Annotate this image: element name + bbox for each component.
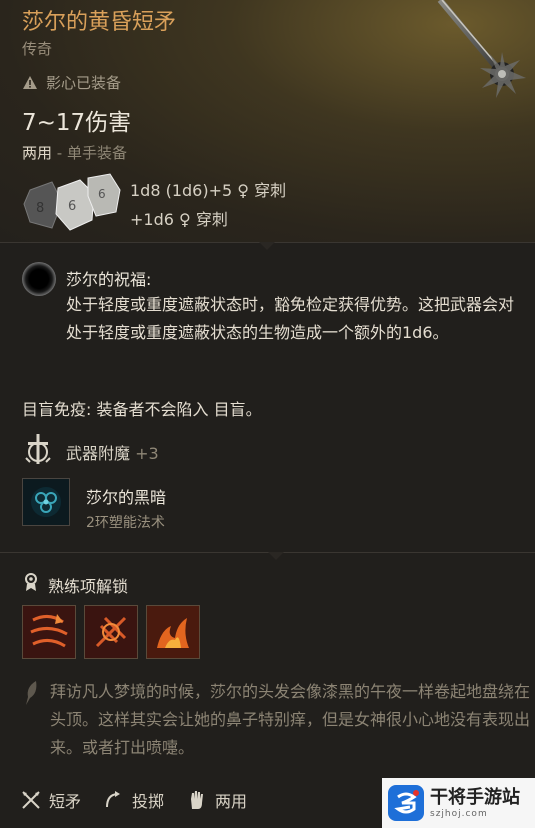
equipped-label: 影心已装备 [46, 74, 122, 92]
piercing-icon [85, 606, 137, 658]
damage-line-1: 1d8 (1d6)+5 ♀ 穿刺 [130, 181, 287, 200]
blessing-title: 莎尔的祝福: [66, 270, 152, 289]
weapon-type: 短矛 [20, 788, 81, 812]
watermark: 干将手游站 szjhoj.com [382, 778, 535, 828]
enchant-label: 武器附魔 [66, 444, 131, 463]
dice-icon: 8 6 6 [23, 173, 121, 231]
handedness-detail: - 单手装备 [52, 144, 127, 162]
item-properties: 短矛 投掷 两用 [20, 788, 269, 812]
equipped-status: 影心已装备 [22, 72, 121, 93]
enchant-value: +3 [135, 444, 159, 463]
die-3-value: 6 [98, 187, 106, 201]
proficiency-action-3[interactable] [146, 605, 200, 659]
spell-name: 莎尔的黑暗 [86, 488, 167, 507]
blessing-icon [22, 262, 56, 296]
damage-range: 7~17伤害 [22, 110, 132, 136]
throw-icon [106, 791, 121, 808]
weapon-throw: 投掷 [103, 788, 164, 812]
watermark-url: szjhoj.com [430, 809, 488, 819]
spell-level: 2环塑能法术 [86, 515, 165, 531]
weapon-type-label: 短矛 [49, 792, 82, 811]
lore-text: 拜访凡人梦境的时候，莎尔的头发会像漆黑的午夜一样卷起地盘绕在头顶。这样其实会让她… [50, 682, 531, 757]
spear-image [437, 0, 526, 98]
blessing-text: 处于轻度或重度遮蔽状态时，豁免检定获得优势。这把武器会对处于轻度或重度遮蔽状态的… [66, 295, 515, 342]
item-rarity: 传奇 [22, 40, 53, 58]
darkness-spell-icon [31, 487, 61, 517]
flame-strike-icon [147, 606, 199, 658]
quill-icon [26, 681, 37, 705]
handedness: 两用 - 单手装备 [22, 142, 127, 163]
weapon-enchant: 武器附魔 +3 [66, 440, 159, 464]
item-title: 莎尔的黄昏短矛 [22, 10, 177, 35]
die-2-value: 6 [68, 199, 76, 214]
hand-icon [191, 791, 204, 809]
crossed-spears-icon [22, 791, 40, 809]
weapon-versatile: 两用 [186, 788, 247, 812]
divider-notch [259, 242, 275, 250]
versatile-label: 两用 [215, 792, 248, 811]
damage-line-2: +1d6 ♀ 穿刺 [130, 210, 228, 229]
proficiency-action-1[interactable] [22, 605, 76, 659]
proficiency-action-2[interactable] [84, 605, 138, 659]
handedness-type: 两用 [22, 144, 53, 162]
spell-slot[interactable] [22, 478, 70, 526]
enchant-icon [25, 434, 51, 464]
throw-label: 投掷 [132, 792, 165, 811]
slash-icon [23, 606, 75, 658]
proficiency-icon [25, 573, 37, 591]
die-1-value: 8 [36, 201, 44, 216]
watermark-logo [388, 785, 424, 821]
divider-notch [268, 552, 284, 560]
blind-immunity: 目盲免疫: 装备者不会陷入 目盲。 [22, 400, 262, 419]
watermark-title: 干将手游站 [430, 787, 520, 808]
proficiency-title: 熟练项解锁 [48, 577, 129, 596]
warning-icon [23, 75, 37, 89]
